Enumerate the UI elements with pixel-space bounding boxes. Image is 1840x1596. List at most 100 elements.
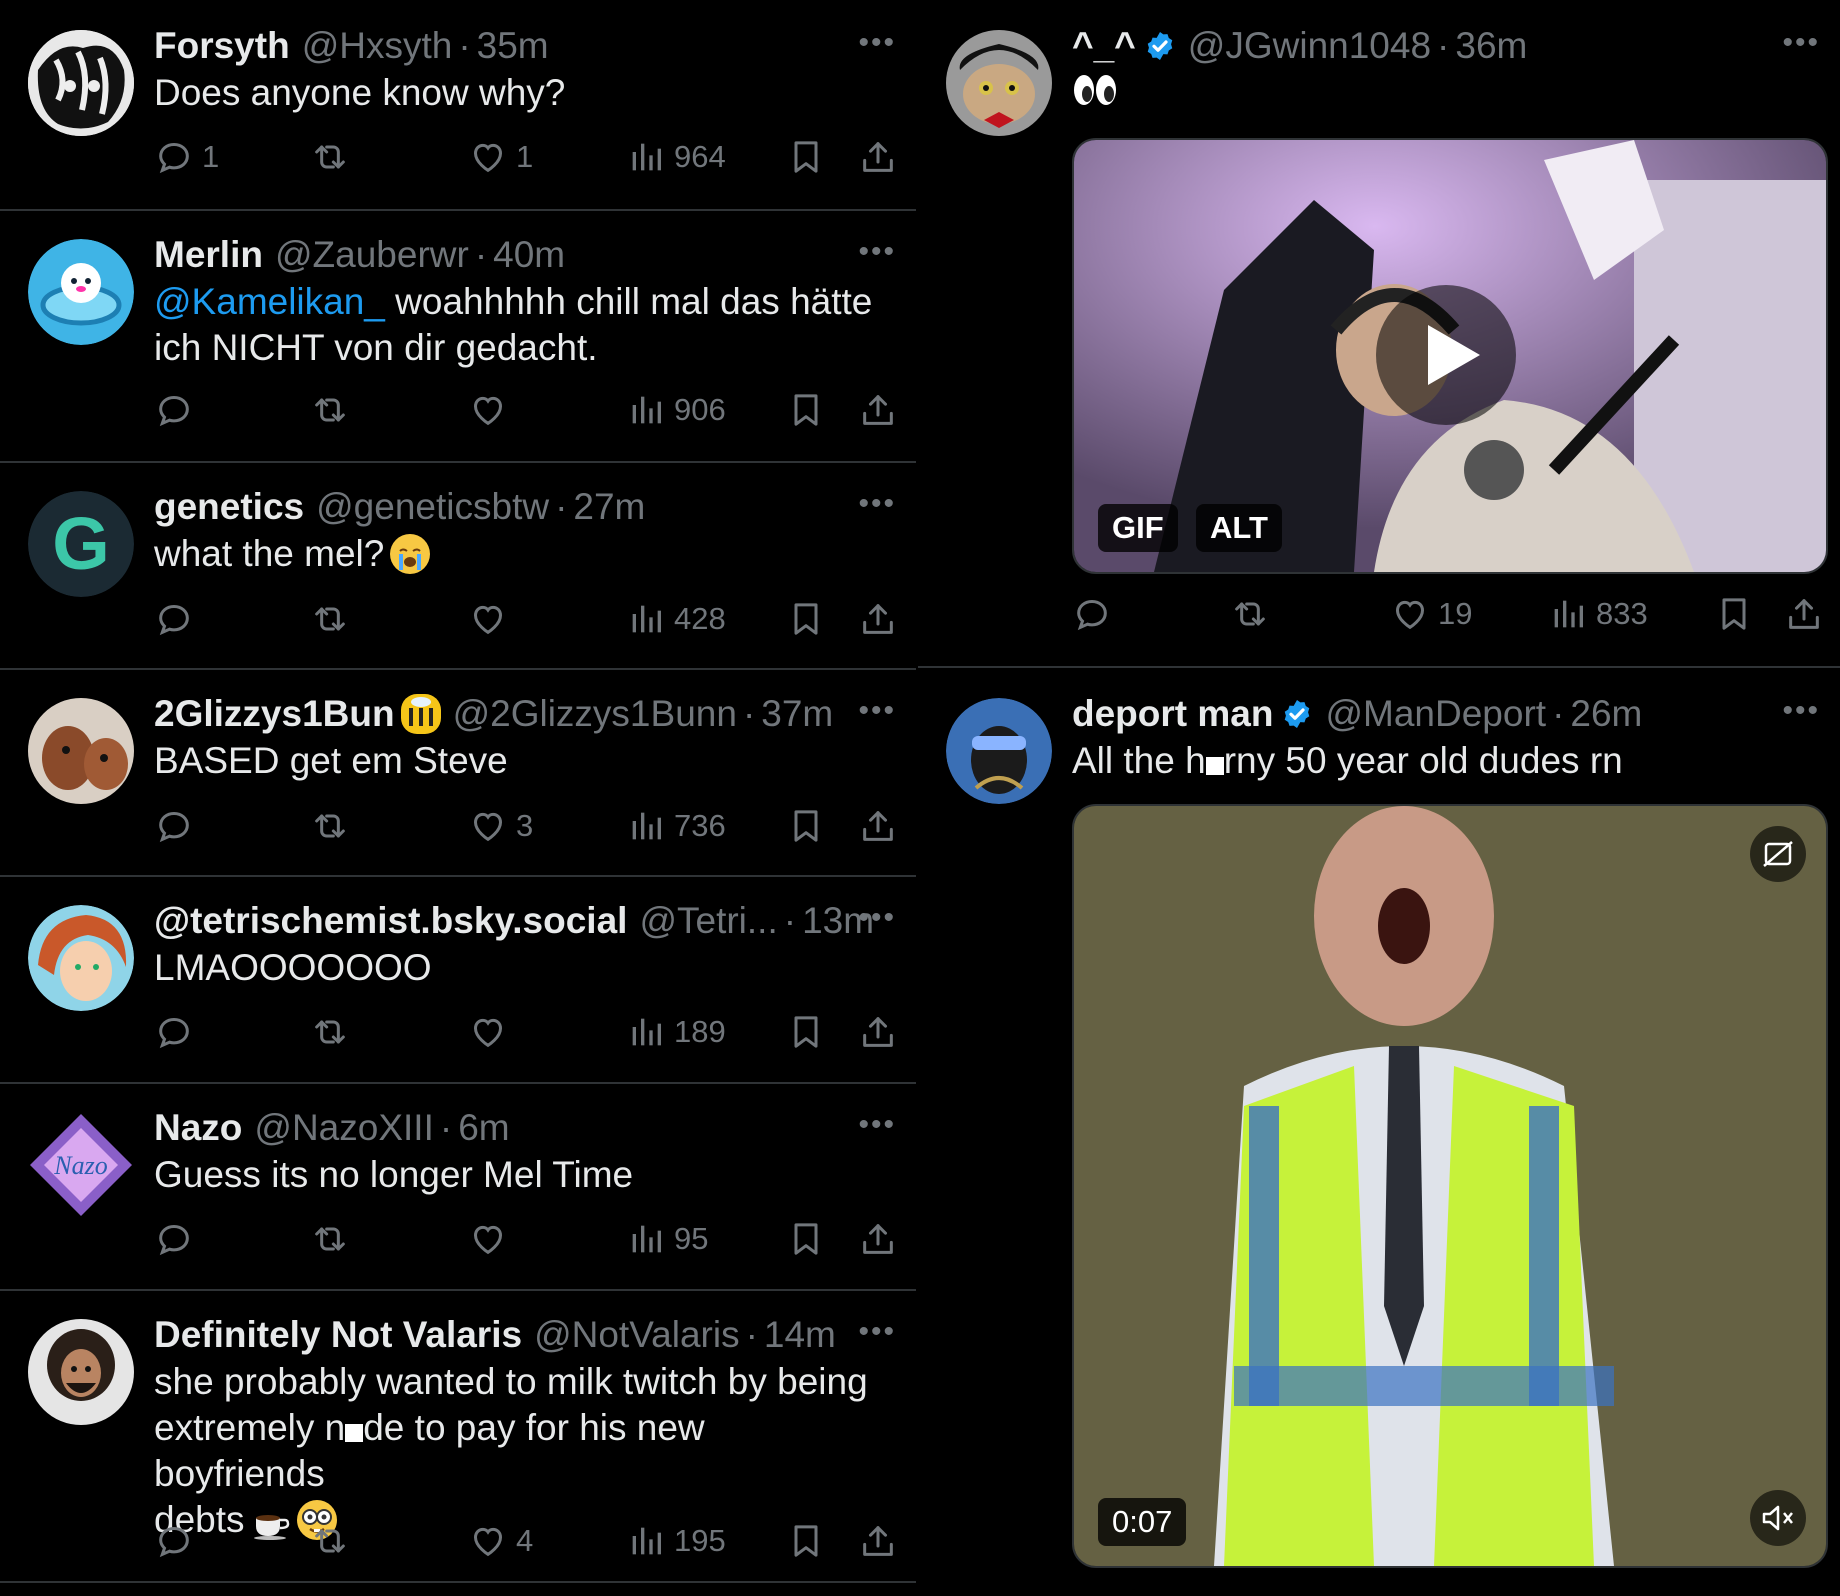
avatar[interactable]: [28, 698, 134, 804]
bookmark-button[interactable]: [786, 595, 826, 643]
display-name[interactable]: genetics: [154, 486, 304, 528]
timestamp[interactable]: 36m: [1455, 25, 1527, 67]
alt-badge[interactable]: ALT: [1196, 504, 1282, 552]
play-button[interactable]: [1376, 285, 1516, 425]
reply-button[interactable]: [154, 802, 194, 850]
views-button[interactable]: 428: [626, 595, 726, 643]
tweet-genetics[interactable]: G genetics @geneticsbtw · 27m ••• what t…: [0, 461, 916, 670]
reply-button[interactable]: [154, 1008, 194, 1056]
handle[interactable]: @geneticsbtw: [316, 486, 549, 528]
bookmark-button[interactable]: [786, 386, 826, 434]
like-button[interactable]: 1: [468, 133, 533, 181]
like-button[interactable]: 19: [1390, 590, 1472, 638]
reply-button[interactable]: [154, 1215, 194, 1263]
tweet-jgwinn[interactable]: ^_^ @JGwinn1048 · 36m ••• GIF ALT 19 833: [918, 0, 1840, 668]
more-icon[interactable]: •••: [858, 235, 896, 269]
bookmark-button[interactable]: [786, 1215, 826, 1263]
like-button[interactable]: [468, 1008, 508, 1056]
gif-media[interactable]: GIF ALT: [1072, 138, 1828, 574]
views-button[interactable]: 195: [626, 1517, 726, 1565]
display-name[interactable]: Merlin: [154, 234, 263, 276]
mention-link[interactable]: @Kamelikan_: [154, 281, 385, 322]
handle[interactable]: @ManDeport: [1325, 693, 1546, 735]
display-name[interactable]: Forsyth: [154, 25, 290, 67]
views-button[interactable]: 906: [626, 386, 726, 434]
tweet-tetrischemist[interactable]: @tetrischemist.bsky.social @Tetri... · 1…: [0, 875, 916, 1084]
tweet-forsyth[interactable]: Forsyth @Hxsyth · 35m ••• Does anyone kn…: [0, 0, 916, 211]
share-button[interactable]: [858, 1517, 898, 1565]
handle[interactable]: @JGwinn1048: [1188, 25, 1431, 67]
share-button[interactable]: [858, 595, 898, 643]
reply-button[interactable]: [154, 386, 194, 434]
handle[interactable]: @NotValaris: [534, 1314, 740, 1356]
tweet-nazo[interactable]: Nazo Nazo @NazoXIII · 6m ••• Guess its n…: [0, 1082, 916, 1291]
fullscreen-button[interactable]: [1750, 826, 1806, 882]
share-button[interactable]: [858, 386, 898, 434]
more-icon[interactable]: •••: [858, 487, 896, 521]
share-button[interactable]: [858, 802, 898, 850]
retweet-button[interactable]: [310, 802, 350, 850]
retweet-button[interactable]: [310, 1008, 350, 1056]
more-icon[interactable]: •••: [858, 901, 896, 935]
bookmark-button[interactable]: [786, 133, 826, 181]
handle[interactable]: @Zauberwr: [275, 234, 469, 276]
views-button[interactable]: 95: [626, 1215, 708, 1263]
more-icon[interactable]: •••: [1782, 694, 1820, 728]
like-button[interactable]: [468, 1215, 508, 1263]
more-icon[interactable]: •••: [858, 26, 896, 60]
retweet-button[interactable]: [310, 133, 358, 181]
bookmark-button[interactable]: [786, 1517, 826, 1565]
reply-button[interactable]: [1072, 590, 1112, 638]
like-button[interactable]: 3: [468, 802, 533, 850]
reply-button[interactable]: [154, 1517, 194, 1565]
timestamp[interactable]: 26m: [1570, 693, 1642, 735]
tweet-definitely-not-valaris[interactable]: Definitely Not Valaris @NotValaris · 14m…: [0, 1289, 916, 1583]
share-button[interactable]: [858, 1215, 898, 1263]
more-icon[interactable]: •••: [858, 1315, 896, 1349]
handle[interactable]: @NazoXIII: [254, 1107, 433, 1149]
mute-button[interactable]: [1750, 1490, 1806, 1546]
share-button[interactable]: [858, 133, 898, 181]
reply-button[interactable]: [154, 595, 194, 643]
views-button[interactable]: 964: [626, 133, 726, 181]
avatar[interactable]: [946, 30, 1052, 136]
share-button[interactable]: [1784, 590, 1824, 638]
tweet-merlin[interactable]: Merlin @Zauberwr · 40m ••• @Kamelikan_ w…: [0, 209, 916, 463]
reply-button[interactable]: 1: [154, 133, 219, 181]
handle[interactable]: @2Glizzys1Bunn: [453, 693, 737, 735]
tweet-deport-man[interactable]: deport man @ManDeport · 26m ••• All the …: [918, 668, 1840, 1596]
handle[interactable]: @Tetri...: [639, 900, 777, 942]
display-name[interactable]: ^_^: [1072, 25, 1136, 67]
views-button[interactable]: 736: [626, 802, 726, 850]
views-button[interactable]: 833: [1548, 590, 1648, 638]
display-name[interactable]: 2Glizzys1Bun: [154, 693, 395, 735]
bookmark-button[interactable]: [786, 1008, 826, 1056]
retweet-button[interactable]: [310, 595, 350, 643]
more-icon[interactable]: •••: [1782, 26, 1820, 60]
like-button[interactable]: [468, 386, 508, 434]
avatar[interactable]: [946, 698, 1052, 804]
more-icon[interactable]: •••: [858, 1108, 896, 1142]
bookmark-button[interactable]: [786, 802, 826, 850]
timestamp[interactable]: 14m: [764, 1314, 836, 1356]
video-media[interactable]: 0:07: [1072, 804, 1828, 1568]
display-name[interactable]: @tetrischemist.bsky.social: [154, 900, 627, 942]
retweet-button[interactable]: [310, 1215, 350, 1263]
retweet-button[interactable]: [310, 386, 350, 434]
more-icon[interactable]: •••: [858, 694, 896, 728]
avatar[interactable]: [28, 1319, 134, 1425]
display-name[interactable]: Nazo: [154, 1107, 242, 1149]
timestamp[interactable]: 6m: [458, 1107, 509, 1149]
like-button[interactable]: [468, 595, 508, 643]
views-button[interactable]: 189: [626, 1008, 726, 1056]
avatar[interactable]: [28, 239, 134, 345]
timestamp[interactable]: 37m: [761, 693, 833, 735]
avatar[interactable]: G: [28, 491, 134, 597]
timestamp[interactable]: 35m: [477, 25, 549, 67]
like-button[interactable]: 4: [468, 1517, 533, 1565]
timestamp[interactable]: 40m: [493, 234, 565, 276]
avatar[interactable]: Nazo: [28, 1112, 134, 1218]
avatar[interactable]: [28, 30, 134, 136]
display-name[interactable]: deport man: [1072, 693, 1273, 735]
retweet-button[interactable]: [1230, 590, 1270, 638]
